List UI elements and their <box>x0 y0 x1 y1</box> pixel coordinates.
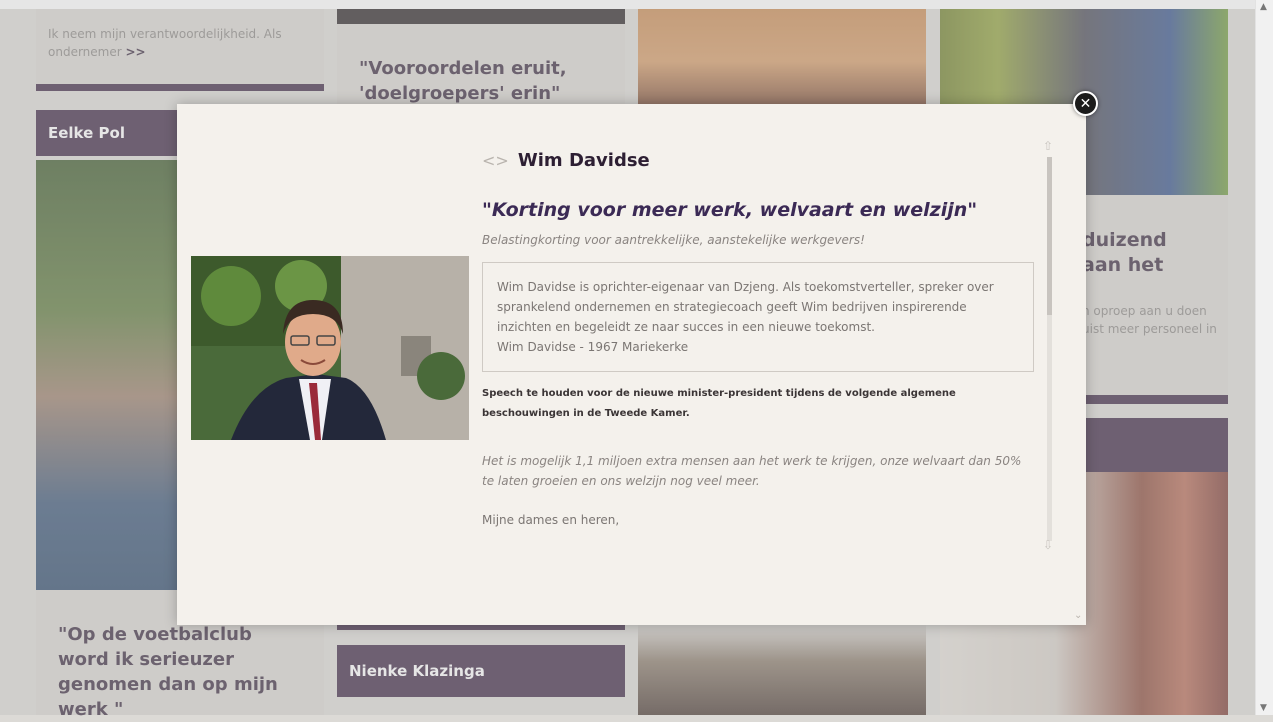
bio-line: Wim Davidse - 1967 Mariekerke <box>497 340 689 354</box>
person-name: Wim Davidse <box>517 150 650 171</box>
portrait-image <box>191 256 469 440</box>
subline: Belastingkorting voor aantrekkelijke, aa… <box>482 233 865 247</box>
page-scrollbar[interactable]: ▲ ▼ <box>1255 0 1273 715</box>
italic-paragraph: Het is mogelijk 1,1 miljoen extra mensen… <box>482 454 1022 488</box>
modal-content: <> Wim Davidse "Korting voor meer werk, … <box>482 150 1034 527</box>
headline: "Korting voor meer werk, welvaart en wel… <box>482 199 978 221</box>
bio-text: Wim Davidse is oprichter-eigenaar van Dz… <box>497 280 994 334</box>
modal-chevron-down-icon[interactable]: ⌄ <box>1074 610 1082 621</box>
title-row: <> Wim Davidse <box>482 150 1034 171</box>
paragraph: Mijne dames en heren, <box>482 513 620 527</box>
close-button[interactable]: ✕ <box>1073 91 1098 116</box>
modal-scroll-up-icon[interactable]: ⇧ <box>1043 139 1053 153</box>
modal-scrollbar-thumb[interactable] <box>1047 157 1052 315</box>
scroll-up-icon[interactable]: ▲ <box>1260 2 1267 12</box>
close-icon: ✕ <box>1079 95 1092 112</box>
modal-scroll-down-icon[interactable]: ⇩ <box>1043 538 1053 552</box>
speech-intro: Speech te houden voor de nieuwe minister… <box>482 388 956 419</box>
scroll-down-icon[interactable]: ▼ <box>1260 703 1267 713</box>
bio-box: Wim Davidse is oprichter-eigenaar van Dz… <box>482 262 1034 372</box>
prev-next-icon[interactable]: <> <box>482 151 509 170</box>
portrait-wim-davidse <box>191 256 469 440</box>
